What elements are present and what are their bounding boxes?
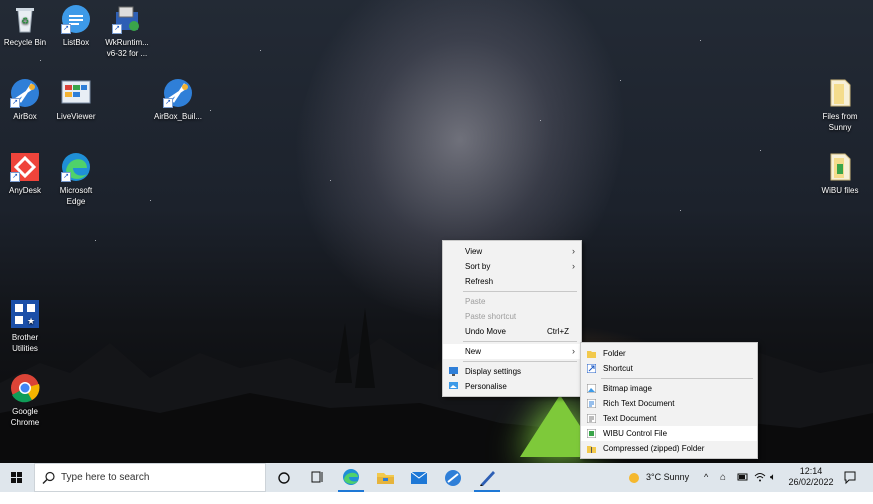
menu-item-refresh[interactable]: Refresh [443, 274, 581, 289]
shortcut-arrow-icon: ↗ [112, 24, 122, 34]
desktop-icon-wkruntime[interactable]: ↗ WkRuntim... v6-32 for ... [97, 4, 157, 59]
wibu-control-file-icon [587, 429, 596, 438]
new-submenu: Folder Shortcut Bitmap image Rich Text D… [580, 342, 758, 459]
task-view-icon [311, 471, 323, 483]
menu-item-new[interactable]: New › [443, 344, 581, 359]
chevron-right-icon: › [572, 346, 575, 356]
taskbar-edge[interactable] [338, 463, 364, 492]
installer-icon: ↗ [112, 4, 142, 34]
anydesk-icon: ↗ [10, 152, 40, 182]
shortcut-arrow-icon: ↗ [61, 172, 71, 182]
clock-date: 26/02/2022 [788, 477, 834, 487]
search-icon [42, 471, 55, 484]
taskbar-file-explorer[interactable] [372, 463, 398, 492]
shortcut-icon [587, 364, 596, 373]
submenu-item-text-document[interactable]: Text Document [581, 411, 757, 426]
menu-separator [601, 378, 753, 379]
clock-time: 12:14 [799, 466, 823, 476]
wifi-icon[interactable] [754, 463, 766, 492]
airbox-build-icon: ↗ [163, 78, 193, 108]
taskbar-search-box[interactable]: Type here to search [34, 463, 266, 492]
chevron-right-icon: › [572, 261, 575, 271]
folder-icon [825, 78, 855, 108]
listbox-icon: ↗ [61, 4, 91, 34]
weather-text[interactable]: 3°C Sunny [646, 463, 689, 492]
menu-item-display-settings[interactable]: Display settings [443, 364, 581, 379]
file-explorer-icon [377, 473, 394, 484]
pen-icon [480, 471, 495, 486]
shortcut-arrow-icon: ↗ [163, 98, 173, 108]
submenu-item-folder[interactable]: Folder [581, 346, 757, 361]
desktop-icon-airbox-build[interactable]: ↗ AirBox_Buil... [148, 78, 208, 122]
desktop-icon-edge[interactable]: ↗ Microsoft Edge [46, 152, 106, 207]
recycle-bin-icon: ♻ [10, 4, 40, 34]
brother-utilities-icon: ★ [10, 299, 40, 329]
submenu-item-rich-text-document[interactable]: Rich Text Document [581, 396, 757, 411]
task-view-button[interactable] [304, 463, 330, 492]
notification-icon [844, 471, 856, 485]
clock[interactable]: 12:14 26/02/2022 [786, 466, 836, 495]
folder-icon [587, 351, 596, 358]
submenu-item-bitmap-image[interactable]: Bitmap image [581, 381, 757, 396]
taskbar-pen-app[interactable] [474, 463, 500, 492]
menu-item-personalise[interactable]: Personalise [443, 379, 581, 394]
zip-folder-icon [587, 446, 596, 453]
liveviewer-icon [61, 78, 91, 108]
menu-separator [463, 341, 577, 342]
menu-item-undo-move[interactable]: Undo Move Ctrl+Z [443, 324, 581, 339]
menu-item-paste[interactable]: Paste [443, 294, 581, 309]
menu-separator [463, 361, 577, 362]
folder-icon [825, 152, 855, 182]
edge-icon [343, 469, 359, 485]
volume-icon[interactable]: 🔈︎ [770, 463, 776, 492]
desktop-icon-brother-utilities[interactable]: ★ Brother Utilities [0, 299, 55, 354]
menu-separator [463, 291, 577, 292]
svg-text:★: ★ [27, 317, 35, 327]
bitmap-image-icon [587, 384, 596, 393]
mail-icon [410, 471, 428, 484]
shortcut-arrow-icon: ↗ [10, 172, 20, 182]
chrome-icon [10, 373, 40, 403]
cortana-circle-icon [278, 472, 290, 484]
menu-item-sort-by[interactable]: Sort by › [443, 259, 581, 274]
desktop-context-menu: View › Sort by › Refresh Paste Paste sho… [442, 240, 582, 397]
cortana-button[interactable] [272, 463, 296, 492]
menu-item-paste-shortcut[interactable]: Paste shortcut [443, 309, 581, 324]
menu-item-view[interactable]: View › [443, 244, 581, 259]
desktop-icon-files-from-sunny[interactable]: Files from Sunny [810, 78, 870, 133]
taskbar-airbox[interactable] [440, 463, 466, 492]
chevron-right-icon: › [572, 246, 575, 256]
airbox-icon [445, 470, 461, 486]
submenu-item-shortcut[interactable]: Shortcut [581, 361, 757, 376]
windows-logo-icon [11, 472, 22, 483]
start-button[interactable] [0, 463, 34, 492]
chevron-up-icon[interactable]: ^ [704, 463, 708, 492]
personalise-icon [449, 382, 458, 389]
svg-text:♻: ♻ [21, 17, 29, 27]
submenu-item-compressed-folder[interactable]: Compressed (zipped) Folder [581, 441, 757, 456]
network-icon[interactable]: ⌂ [720, 463, 726, 492]
display-settings-icon [449, 367, 458, 376]
airbox-icon: ↗ [10, 78, 40, 108]
desktop-icon-liveviewer[interactable]: LiveViewer [46, 78, 106, 122]
shortcut-arrow-icon: ↗ [10, 98, 20, 108]
submenu-item-wibu-control-file[interactable]: WIBU Control File [581, 426, 757, 441]
rich-text-document-icon [587, 399, 596, 408]
edge-icon: ↗ [61, 152, 91, 182]
battery-icon[interactable] [737, 463, 749, 492]
shortcut-arrow-icon: ↗ [61, 24, 71, 34]
text-document-icon [587, 414, 596, 423]
taskbar: Type here to search 3°C Sunny ^ ⌂ 🔈︎ 12:… [0, 463, 873, 492]
weather-icon[interactable] [626, 463, 642, 492]
taskbar-mail[interactable] [406, 463, 432, 492]
desktop-icon-chrome[interactable]: Google Chrome [0, 373, 55, 428]
notifications-button[interactable] [843, 463, 857, 492]
desktop-icon-wibu-files[interactable]: WiBU files [810, 152, 870, 196]
